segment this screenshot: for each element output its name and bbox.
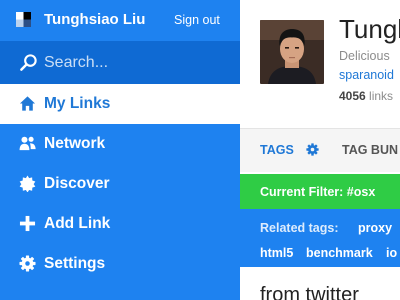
delicious-logo-icon[interactable] — [16, 12, 31, 27]
tab-tag-bundles[interactable]: TAG BUN — [342, 143, 398, 157]
tab-tags[interactable]: TAGS — [260, 143, 294, 157]
related-tag[interactable]: html5 — [260, 246, 293, 260]
sidebar-item-label: Discover — [44, 175, 110, 192]
current-filter-bar: Current Filter: #osx — [240, 174, 400, 209]
main-content: Tungh Delicious sparanoid 4056 links TAG… — [240, 0, 400, 300]
avatar-photo — [260, 20, 324, 84]
sign-out-link[interactable]: Sign out — [174, 12, 220, 28]
link-count-label: links — [369, 89, 394, 103]
sidebar-item-my-links[interactable]: My Links — [0, 84, 240, 124]
badge-icon — [19, 175, 36, 192]
link-count-value: 4056 — [339, 89, 366, 103]
sidebar-item-label: Add Link — [44, 215, 111, 232]
user-name[interactable]: Tunghsiao Liu — [44, 11, 145, 29]
current-filter-label[interactable]: Current Filter: #osx — [260, 185, 375, 199]
tabs-bar: TAGS TAG BUN — [240, 128, 400, 172]
gear-icon — [19, 255, 36, 272]
plus-icon — [19, 215, 36, 232]
home-icon — [19, 96, 36, 111]
sidebar-item-add-link[interactable]: Add Link — [0, 204, 240, 244]
sidebar-item-label: My Links — [44, 95, 111, 112]
search-input[interactable] — [44, 52, 224, 74]
sidebar-item-discover[interactable]: Discover — [0, 164, 240, 204]
tag-settings-gear-icon[interactable] — [306, 143, 319, 156]
sidebar-item-settings[interactable]: Settings — [0, 244, 240, 284]
link-title[interactable]: from twitter — [260, 284, 359, 300]
related-tag[interactable]: proxy — [358, 221, 392, 235]
search-bar — [0, 41, 240, 84]
sidebar-header: Tunghsiao Liu Sign out — [0, 0, 240, 41]
sidebar-item-network[interactable]: Network — [0, 124, 240, 164]
sidebar-item-label: Settings — [44, 255, 106, 272]
related-tags-label: Related tags: — [260, 221, 339, 235]
profile-link-count: 4056 links — [339, 89, 393, 103]
related-tag[interactable]: io — [386, 246, 397, 260]
sidebar-item-label: Network — [44, 135, 106, 152]
sidebar: Tunghsiao Liu Sign out My Links Network … — [0, 0, 240, 300]
avatar[interactable] — [260, 20, 324, 84]
profile-tagline: Delicious — [339, 49, 390, 63]
profile-link[interactable]: sparanoid — [339, 68, 394, 82]
people-icon — [19, 136, 36, 151]
related-tag[interactable]: benchmark — [306, 246, 373, 260]
profile-name: Tungh — [339, 14, 400, 44]
search-icon — [20, 54, 37, 71]
related-tags-box: Related tags: proxy html5 benchmark io — [240, 209, 400, 267]
